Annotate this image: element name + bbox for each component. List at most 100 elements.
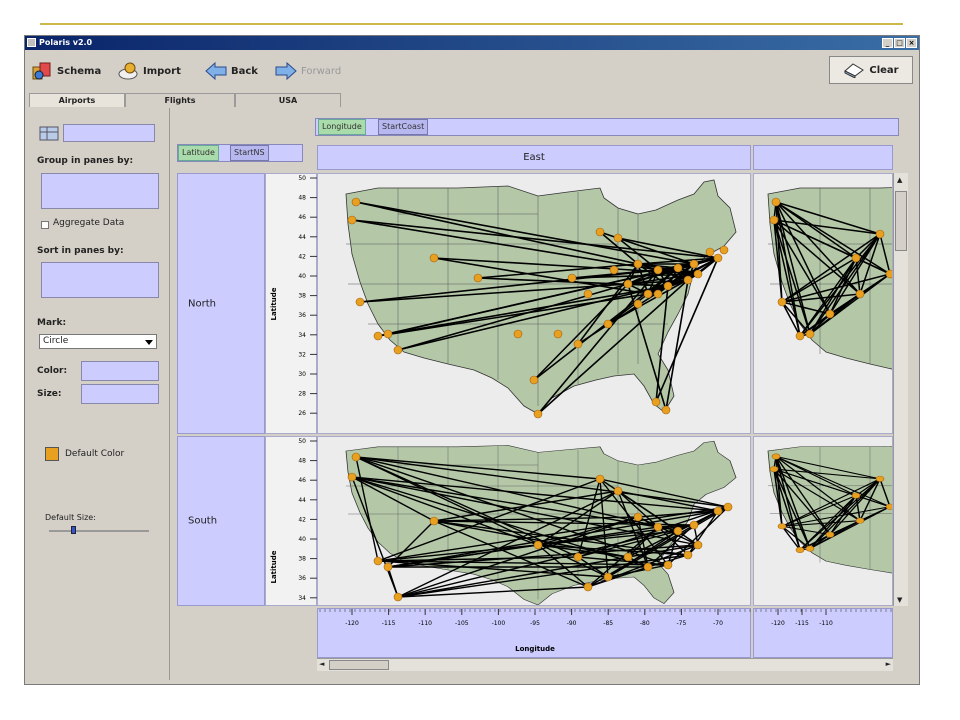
airport-mark bbox=[533, 540, 543, 550]
x-east-tick-label: -85 bbox=[603, 620, 613, 627]
forward-arrow-icon bbox=[275, 61, 297, 81]
scroll-up-icon[interactable]: ▲ bbox=[897, 176, 902, 184]
airport-mark bbox=[603, 572, 613, 582]
back-button[interactable]: Back bbox=[205, 58, 258, 84]
aggregate-label: Aggregate Data bbox=[53, 218, 125, 228]
airport-mark bbox=[383, 562, 393, 572]
airport-mark bbox=[651, 397, 661, 407]
airport-mark bbox=[595, 227, 605, 237]
minimize-button[interactable]: _ bbox=[882, 38, 893, 48]
group-drop-zone[interactable] bbox=[41, 173, 159, 209]
sort-drop-zone[interactable] bbox=[41, 262, 159, 298]
mark-label: Mark: bbox=[37, 318, 67, 328]
mark-type-value: Circle bbox=[43, 336, 69, 346]
app-icon bbox=[27, 38, 36, 47]
airport-mark bbox=[613, 233, 623, 243]
color-drop-zone[interactable] bbox=[81, 361, 159, 381]
airport-mark bbox=[661, 405, 671, 415]
airport-mark bbox=[623, 552, 633, 562]
map-pane-north-west[interactable] bbox=[753, 173, 893, 434]
airport-mark bbox=[693, 540, 703, 550]
x-east-tick-label: -80 bbox=[640, 620, 650, 627]
airport-mark bbox=[663, 560, 673, 570]
airport-mark bbox=[653, 265, 663, 275]
default-size-slider-thumb[interactable] bbox=[71, 526, 76, 534]
airport-mark bbox=[769, 466, 779, 473]
flight-route bbox=[387, 566, 399, 598]
airport-mark bbox=[573, 552, 583, 562]
airport-mark bbox=[583, 582, 593, 592]
y-south-tick-label: 34 bbox=[298, 595, 306, 602]
airport-mark bbox=[653, 289, 663, 299]
column-field-longitude[interactable]: Longitude bbox=[318, 119, 366, 135]
airport-mark bbox=[383, 329, 393, 339]
back-arrow-icon bbox=[205, 61, 227, 81]
forward-button[interactable]: Forward bbox=[275, 58, 341, 84]
x-west-tick-label: -115 bbox=[795, 620, 809, 627]
vertical-scroll-thumb[interactable] bbox=[895, 191, 907, 251]
map-pane-south-east[interactable] bbox=[317, 436, 751, 606]
left-panel: Group in panes by: Aggregate Data Sort i… bbox=[29, 108, 170, 680]
airport-mark bbox=[347, 215, 357, 225]
tab-flights[interactable]: Flights bbox=[125, 93, 235, 107]
size-drop-zone[interactable] bbox=[81, 384, 159, 404]
row-field-latitude[interactable]: Latitude bbox=[178, 145, 219, 161]
airport-mark bbox=[719, 245, 729, 255]
y-south-tick-label: 40 bbox=[298, 536, 306, 543]
scroll-down-icon[interactable]: ▼ bbox=[897, 596, 902, 604]
airport-mark bbox=[851, 492, 861, 499]
airport-mark bbox=[795, 546, 805, 553]
clear-button[interactable]: Clear bbox=[829, 56, 913, 84]
airport-mark bbox=[683, 550, 693, 560]
group-label: Group in panes by: bbox=[37, 156, 134, 166]
x-east-tick-label: -110 bbox=[418, 620, 432, 627]
airport-mark bbox=[795, 331, 805, 341]
airport-mark bbox=[355, 297, 365, 307]
mark-type-select[interactable]: Circle bbox=[39, 334, 157, 349]
airport-mark bbox=[473, 273, 483, 283]
x-east-tick-label: -90 bbox=[567, 620, 577, 627]
toolbar: Schema Import Back Forward Clear bbox=[25, 50, 919, 92]
source-field[interactable] bbox=[63, 124, 155, 142]
column-field-startcoast[interactable]: StartCoast bbox=[378, 119, 429, 135]
default-size-slider-track bbox=[49, 530, 149, 532]
airport-mark bbox=[689, 259, 699, 269]
y-axis-label-north: Latitude bbox=[270, 287, 278, 320]
size-label: Size: bbox=[37, 389, 62, 399]
default-color-swatch[interactable] bbox=[45, 447, 59, 461]
tab-airports[interactable]: Airports bbox=[29, 93, 125, 107]
schema-button[interactable]: Schema bbox=[31, 58, 101, 84]
airport-mark bbox=[771, 453, 781, 460]
x-east-tick-label: -115 bbox=[382, 620, 396, 627]
y-axis-south: Latitude 50 48 46 44 42 40 38 36 34 bbox=[265, 436, 318, 606]
vertical-scrollbar[interactable]: ▲ ▼ bbox=[893, 173, 908, 606]
import-button[interactable]: Import bbox=[117, 58, 181, 84]
row-field-startns[interactable]: StartNS bbox=[230, 145, 269, 161]
horizontal-scrollbar[interactable]: ◄ ► bbox=[317, 658, 893, 671]
y-south-tick-label: 38 bbox=[298, 556, 306, 563]
airport-mark bbox=[693, 269, 703, 279]
x-east-tick-label: -120 bbox=[345, 620, 359, 627]
map-pane-south-west[interactable] bbox=[753, 436, 893, 606]
airport-mark bbox=[855, 517, 865, 524]
airport-mark bbox=[771, 197, 781, 207]
window-title: Polaris v2.0 bbox=[39, 38, 93, 47]
x-west-tick-label: -110 bbox=[819, 620, 833, 627]
close-button[interactable]: × bbox=[906, 38, 917, 48]
airport-mark bbox=[609, 265, 619, 275]
slide-divider-line bbox=[40, 23, 903, 25]
x-east-tick-label: -95 bbox=[530, 620, 540, 627]
map-pane-north-east[interactable] bbox=[317, 173, 751, 434]
scroll-left-icon[interactable]: ◄ bbox=[319, 660, 324, 668]
tab-usa[interactable]: USA bbox=[235, 93, 341, 107]
airport-mark bbox=[683, 275, 693, 285]
horizontal-scroll-thumb[interactable] bbox=[329, 660, 389, 670]
aggregate-checkbox[interactable] bbox=[41, 221, 49, 229]
scroll-right-icon[interactable]: ► bbox=[886, 660, 891, 668]
airport-mark bbox=[393, 592, 403, 602]
airport-mark bbox=[351, 452, 361, 462]
airport-mark bbox=[373, 331, 383, 341]
x-east-tick-label: -75 bbox=[676, 620, 686, 627]
dropdown-arrow-icon bbox=[145, 340, 153, 345]
maximize-button[interactable]: □ bbox=[894, 38, 905, 48]
